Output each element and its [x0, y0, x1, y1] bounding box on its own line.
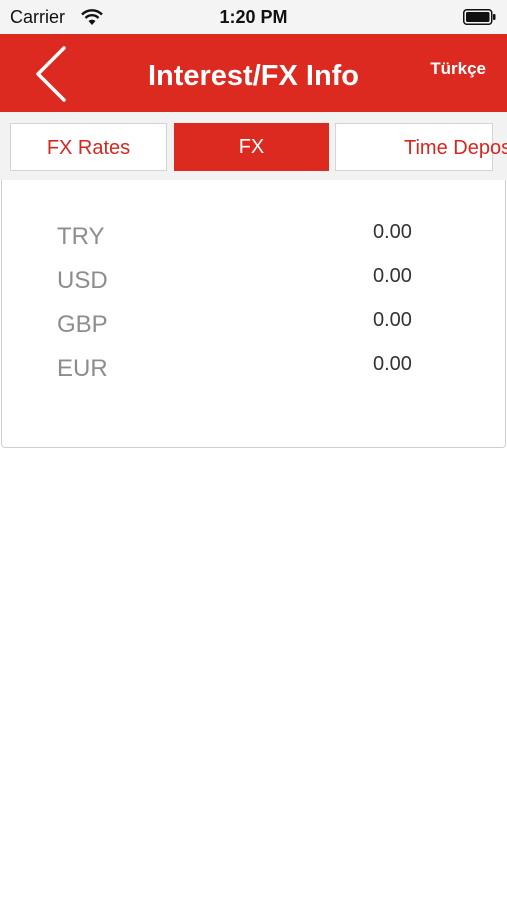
tab-time-deposit[interactable]: Time Deposit — [335, 123, 507, 171]
currency-code: GBP — [57, 311, 108, 338]
tab-fx[interactable]: FX — [174, 123, 329, 171]
currency-amount: 0.00 — [373, 353, 412, 375]
navigation-bar: Interest/FX Info Türkçe — [0, 34, 507, 112]
tab-fx-rates[interactable]: FX Rates — [10, 123, 167, 171]
battery-icon — [463, 9, 496, 25]
currency-code: TRY — [57, 223, 105, 250]
currency-code: EUR — [57, 355, 108, 382]
balance-card: TRY 0.00 USD 0.00 GBP 0.00 EUR 0.00 — [1, 180, 506, 448]
currency-amount: 0.00 — [373, 265, 412, 287]
currency-code: USD — [57, 267, 108, 294]
currency-amount: 0.00 — [373, 309, 412, 331]
balance-row: USD 0.00 — [2, 265, 505, 307]
language-toggle-button[interactable]: Türkçe — [430, 59, 486, 79]
balance-row: EUR 0.00 — [2, 353, 505, 395]
currency-amount: 0.00 — [373, 221, 412, 243]
status-bar: Carrier 1:20 PM — [0, 0, 507, 34]
clock: 1:20 PM — [219, 7, 288, 27]
balance-row: TRY 0.00 — [2, 221, 505, 263]
tab-time-deposit-label: Time Deposit — [404, 137, 507, 159]
balance-row: GBP 0.00 — [2, 309, 505, 351]
tab-bar: FX Rates FX Time Deposit — [0, 112, 507, 180]
